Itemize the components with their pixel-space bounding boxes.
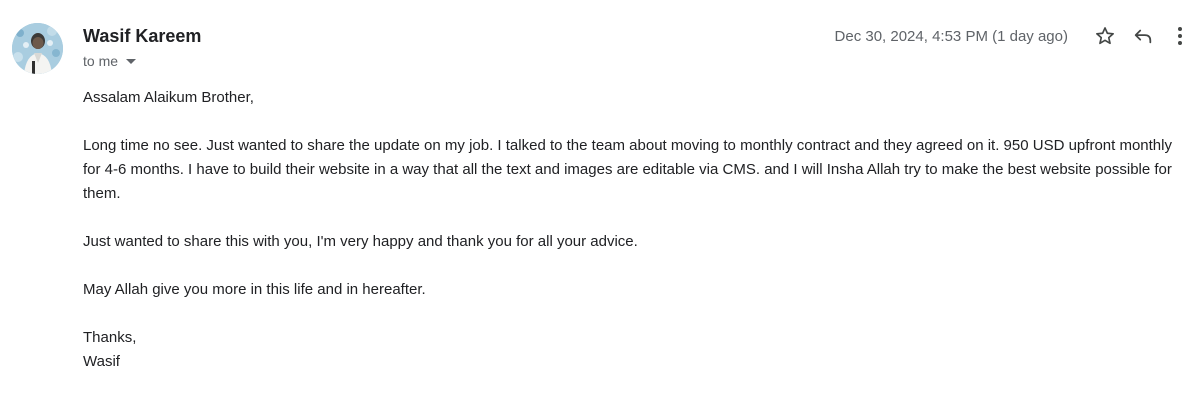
message-signature: Wasif <box>83 353 120 370</box>
message-greeting: Assalam Alaikum Brother, <box>83 89 254 106</box>
star-button[interactable] <box>1086 22 1124 50</box>
reply-icon <box>1134 29 1152 44</box>
message-body: Assalam Alaikum Brother, Long time no se… <box>83 86 1183 374</box>
message-paragraph: Long time no see. Just wanted to share t… <box>83 137 1172 202</box>
message-paragraph: Just wanted to share this with you, I'm … <box>83 233 638 250</box>
message-date: Dec 30, 2024, 4:53 PM (1 day ago) <box>834 27 1068 45</box>
sender-name[interactable]: Wasif Kareem <box>83 25 201 47</box>
reply-button[interactable] <box>1124 22 1162 50</box>
more-vert-icon <box>1178 27 1182 45</box>
email-message: Wasif Kareem to me Dec 30, 2024, 4:53 PM… <box>0 0 1200 406</box>
message-meta: Dec 30, 2024, 4:53 PM (1 day ago) <box>835 22 1200 50</box>
recipient-label: to me <box>83 53 119 69</box>
message-signoff: Thanks, <box>83 329 137 346</box>
sender-avatar[interactable] <box>12 23 63 74</box>
message-paragraph: May Allah give you more in this life and… <box>83 281 426 298</box>
more-options-button[interactable] <box>1168 22 1192 50</box>
recipient-details-toggle[interactable]: to me <box>83 52 137 70</box>
profile-photo-icon <box>12 23 63 74</box>
star-icon <box>1096 27 1114 45</box>
caret-down-icon <box>126 58 137 64</box>
